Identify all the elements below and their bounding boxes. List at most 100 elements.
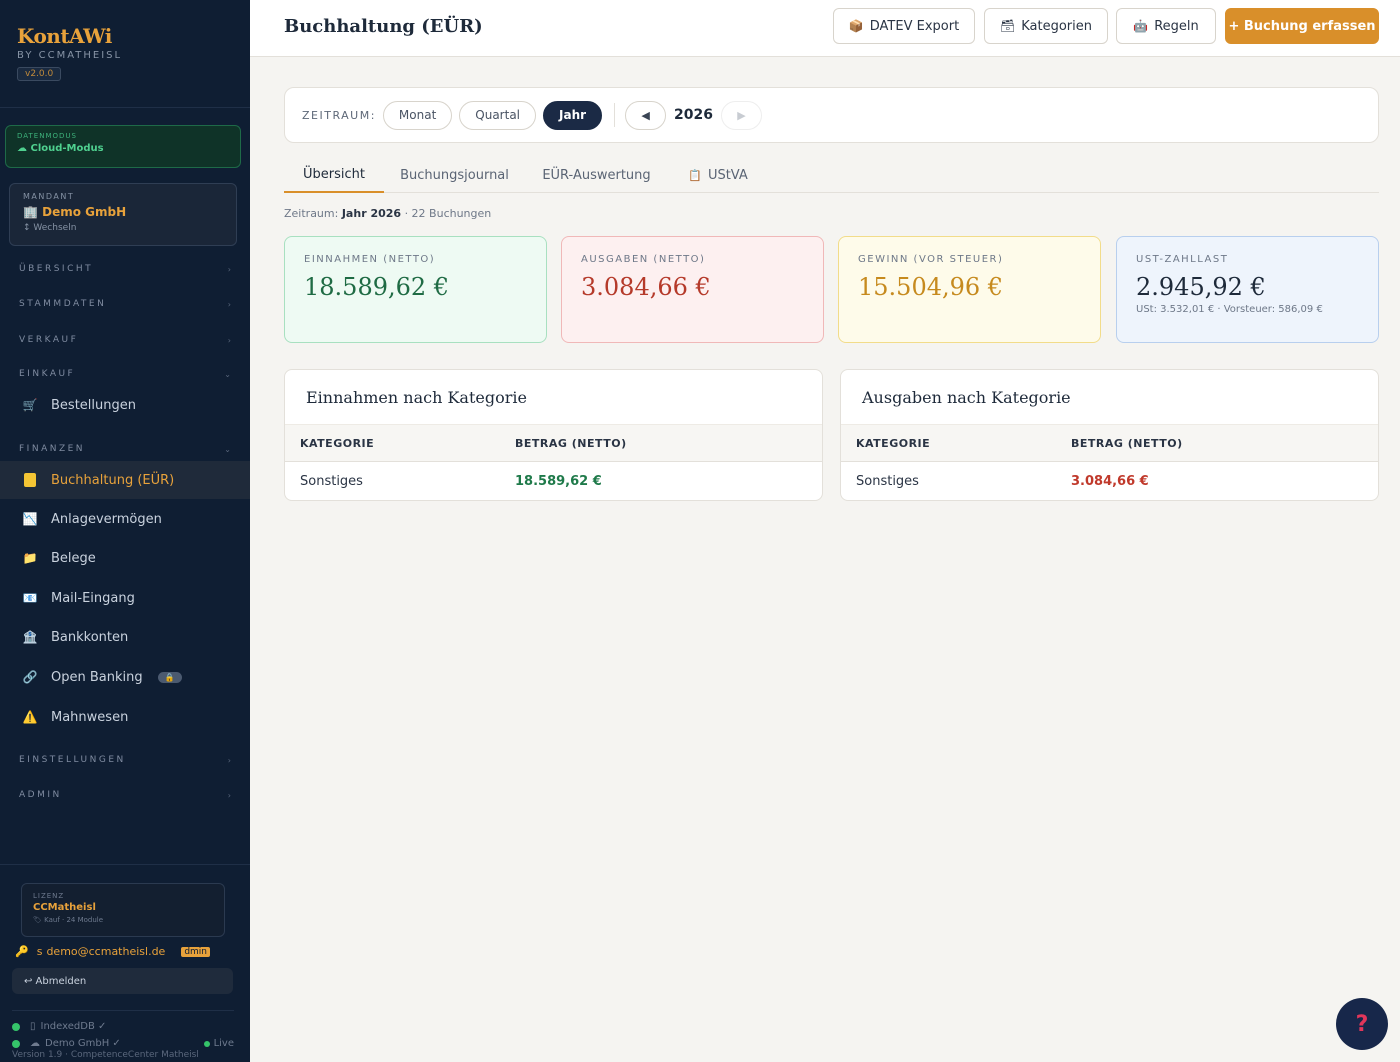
sidebar-item-label: Mahnwesen [51, 709, 129, 725]
live-text: Live [213, 1038, 234, 1049]
chevron-down-icon: ⌄ [224, 369, 231, 379]
user-row: 🔑 s demo@ccmatheisl.de dmin [15, 945, 211, 958]
chart-icon: 📉 [22, 512, 38, 526]
logout-button[interactable]: ↩ Abmelden [12, 968, 233, 994]
chevron-right-icon: › [227, 790, 231, 800]
datenmodus-value: ☁ Cloud-Modus [17, 143, 104, 154]
regeln-button[interactable]: 🤖 Regeln [1116, 8, 1216, 44]
live-dot [203, 1040, 210, 1047]
nav-section-uebersicht[interactable]: ÜBERSICHT › [0, 259, 250, 279]
tab-ustva[interactable]: 📋 UStVA [676, 157, 760, 193]
sidebar-item-belege[interactable]: 📁 Belege [0, 539, 250, 577]
period-option-monat[interactable]: Monat [382, 100, 453, 130]
kpi-ust-zahllast: UST-ZAHLLAST 2.945,92 € USt: 3.532,01 € … [1116, 236, 1379, 343]
period-option-quartal[interactable]: Quartal [459, 100, 537, 130]
sidebar-item-label: Buchhaltung (EÜR) [51, 472, 175, 488]
robot-icon: 🤖 [1133, 19, 1149, 33]
kpi-sub: USt: 3.532,01 € · Vorsteuer: 586,09 € [1136, 304, 1323, 315]
help-button[interactable]: ? [1336, 998, 1388, 1050]
period-meta: Zeitraum: Jahr 2026 · 22 Buchungen [284, 207, 491, 220]
sidebar-item-label: Bankkonten [51, 629, 129, 645]
button-label: Regeln [1154, 18, 1199, 34]
link-icon: 🔗 [22, 670, 38, 684]
inbox-icon: 📧 [22, 591, 38, 605]
table-row: Sonstiges 3.084,66 € [841, 462, 1378, 500]
tab-eur-auswertung[interactable]: EÜR-Auswertung [534, 157, 659, 193]
sidebar-item-label: Mail-Eingang [51, 590, 135, 606]
meta-prefix: Zeitraum: [284, 207, 339, 220]
table-row: Sonstiges 18.589,62 € [285, 462, 822, 500]
bank-icon: 🏦 [22, 630, 38, 644]
license-value: CCMatheisl [33, 902, 96, 913]
column-header-betrag: BETRAG (NETTO) [515, 436, 627, 450]
chevron-right-icon: › [227, 335, 231, 345]
sidebar-item-bestellungen[interactable]: 🛒 Bestellungen [0, 386, 250, 424]
mandant-switch-link[interactable]: ↕ Wechseln [23, 223, 223, 233]
column-header-kategorie: KATEGORIE [300, 436, 375, 450]
sidebar-item-buchhaltung[interactable]: Buchhaltung (EÜR) [0, 461, 250, 499]
nav-section-verkauf[interactable]: VERKAUF › [0, 330, 250, 350]
table-title: Ausgaben nach Kategorie [841, 370, 1378, 425]
box-icon: 📦 [848, 19, 864, 33]
cell-kategorie: Sonstiges [300, 474, 363, 489]
arrow-right-icon: ▶ [737, 108, 746, 122]
tab-buchungsjournal[interactable]: Buchungsjournal [392, 157, 517, 193]
brand-by: BY CCMATHEISL [17, 50, 123, 61]
mandant-switcher[interactable]: MANDANT 🏢 Demo GmbH ↕ Wechseln [9, 183, 237, 246]
status-dot [12, 1039, 20, 1048]
nav-section-admin[interactable]: ADMIN › [0, 785, 250, 805]
status-text: Demo GmbH ✓ [45, 1038, 121, 1049]
tab-bar: Übersicht Buchungsjournal EÜR-Auswertung… [284, 157, 1379, 193]
section-label: VERKAUF [19, 335, 79, 345]
kpi-label: UST-ZAHLLAST [1136, 254, 1229, 265]
period-selector: ZEITRAUM: Monat Quartal Jahr ◀ 2026 ▶ [284, 87, 1379, 143]
license-sub: 🏷 Kauf · 24 Module [33, 916, 213, 924]
button-label: DATEV Export [869, 18, 960, 34]
nav-section-finanzen[interactable]: FINANZEN ⌄ [0, 439, 250, 459]
button-label: Kategorien [1021, 18, 1092, 34]
key-icon: 🔑 [15, 945, 29, 958]
period-option-jahr[interactable]: Jahr [543, 100, 603, 130]
kategorien-button[interactable]: 🗃 Kategorien [984, 8, 1108, 44]
chevron-right-icon: › [227, 755, 231, 765]
period-year: 2026 [674, 107, 714, 123]
sidebar-item-label: Bestellungen [51, 397, 136, 413]
license-box: LIZENZ CCMatheisl 🏷 Kauf · 24 Module [21, 883, 225, 937]
live-indicator: Live [203, 1038, 234, 1049]
section-label: ÜBERSICHT [19, 264, 94, 274]
sidebar-item-open-banking[interactable]: 🔗 Open Banking 🔒 [0, 658, 250, 696]
section-label: EINKAUF [19, 369, 76, 379]
nav-section-einkauf[interactable]: EINKAUF ⌄ [0, 364, 250, 384]
section-label: STAMMDATEN [19, 299, 107, 309]
lock-icon: 🔒 [157, 671, 182, 683]
prev-period-button[interactable]: ◀ [625, 100, 667, 130]
sidebar-item-anlagevermoegen[interactable]: 📉 Anlagevermögen [0, 500, 250, 538]
license-sub-text: Kauf · 24 Module [44, 916, 104, 924]
role-badge: dmin [181, 946, 211, 957]
cell-betrag: 18.589,62 € [515, 474, 602, 489]
cloud-icon: ☁ [30, 1038, 40, 1049]
user-prefix: s [36, 945, 43, 958]
nav-section-stammdaten[interactable]: STAMMDATEN › [0, 294, 250, 314]
sidebar-item-mail-eingang[interactable]: 📧 Mail-Eingang [0, 579, 250, 617]
next-period-button[interactable]: ▶ [721, 100, 763, 130]
cell-kategorie: Sonstiges [856, 474, 919, 489]
table-title: Einnahmen nach Kategorie [285, 370, 822, 425]
kpi-label: EINNAHMEN (NETTO) [304, 254, 436, 265]
add-booking-button[interactable]: + Buchung erfassen [1225, 8, 1379, 44]
cabinet-icon: 🗃 [1000, 19, 1016, 33]
sidebar-item-bankkonten[interactable]: 🏦 Bankkonten [0, 618, 250, 656]
sidebar-item-mahnwesen[interactable]: ⚠️ Mahnwesen [0, 698, 250, 736]
kpi-value: 2.945,92 € [1136, 273, 1266, 301]
table-header: KATEGORIE BETRAG (NETTO) [841, 425, 1378, 462]
clipboard-icon: 📋 [688, 168, 702, 182]
nav-section-einstellungen[interactable]: EINSTELLUNGEN › [0, 750, 250, 770]
sidebar: KontAWi BY CCMATHEISL v2.0.0 DATENMODUS … [0, 0, 250, 1062]
datev-export-button[interactable]: 📦 DATEV Export [833, 8, 975, 44]
period-label: ZEITRAUM: [302, 108, 376, 122]
sidebar-item-label: Belege [51, 550, 96, 566]
kpi-label: GEWINN (VOR STEUER) [858, 254, 1004, 265]
license-label: LIZENZ [33, 892, 65, 900]
user-email: demo@ccmatheisl.de [46, 945, 166, 958]
tab-uebersicht[interactable]: Übersicht [284, 157, 384, 193]
